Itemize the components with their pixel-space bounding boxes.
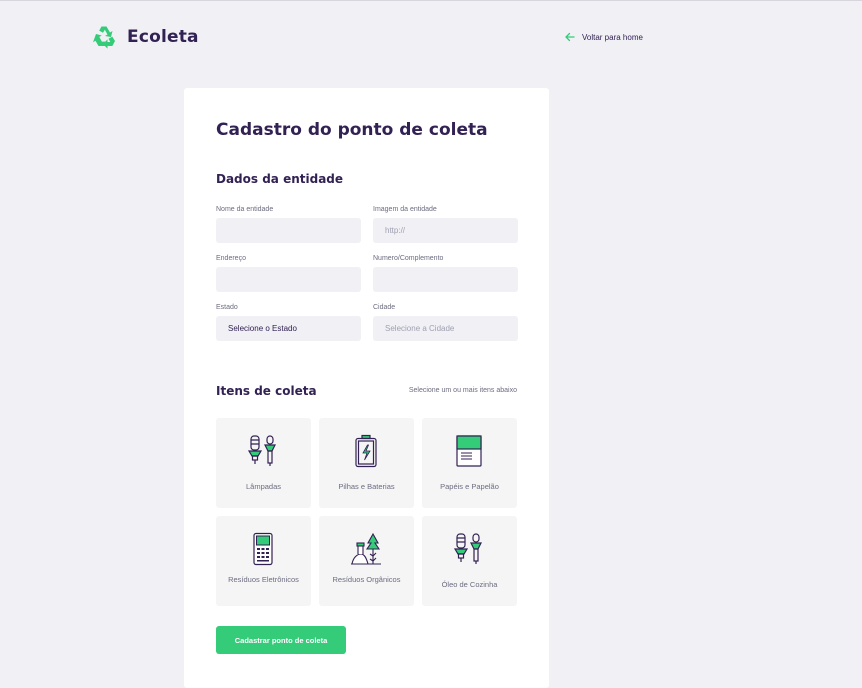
city-label: Cidade [373,304,396,311]
entity-name-input[interactable] [216,218,361,243]
item-oil[interactable]: Óleo de Cozinha [422,516,517,606]
form-card: Cadastro do ponto de coleta Dados da ent… [184,88,549,688]
item-lamps[interactable]: Lâmpadas [216,418,311,508]
organic-icon [351,532,381,565]
item-label: Óleo de Cozinha [441,580,498,589]
item-label: Resíduos Eletrônicos [228,575,299,584]
logo[interactable]: Ecoleta [91,24,199,50]
entity-image-label: Imagem da entidade [373,206,437,213]
address-input[interactable] [216,267,361,292]
lamps-icon [247,435,276,466]
entity-section-title: Dados da entidade [216,172,344,186]
item-label: Pilhas e Baterias [338,482,395,491]
state-label: Estado [216,304,238,311]
city-select[interactable]: Selecione a Cidade [373,316,518,341]
battery-icon [355,434,377,468]
recycle-icon [93,26,115,49]
entity-image-input[interactable] [373,218,518,243]
back-to-home-link[interactable]: Voltar para home [564,31,643,43]
electronics-icon [253,532,273,566]
item-label: Lâmpadas [245,482,282,491]
back-link-label: Voltar para home [582,32,643,42]
entity-name-label: Nome da entidade [216,206,274,213]
arrow-left-icon [565,32,575,42]
item-organic[interactable]: Resíduos Orgânicos [319,516,414,606]
item-electronics[interactable]: Resíduos Eletrônicos [216,516,311,606]
page-title: Cadastro do ponto de coleta [216,120,488,140]
header: Ecoleta Voltar para home [0,1,862,76]
brand-name: Ecoleta [127,27,199,47]
paper-icon [456,435,482,467]
item-paper[interactable]: Papéis e Papelão [422,418,517,508]
submit-button[interactable]: Cadastrar ponto de coleta [216,626,346,654]
item-label: Resíduos Orgânicos [332,575,401,584]
items-section-title: Itens de coleta [216,384,317,398]
address-label: Endereço [216,255,246,262]
items-section-hint: Selecione um ou mais itens abaixo [408,387,517,394]
item-label: Papéis e Papelão [440,482,499,491]
oil-icon [453,533,482,564]
item-batteries[interactable]: Pilhas e Baterias [319,418,414,508]
state-select[interactable]: Selecione o Estado [216,316,361,341]
number-input[interactable] [373,267,518,292]
number-label: Numero/Complemento [373,255,444,262]
